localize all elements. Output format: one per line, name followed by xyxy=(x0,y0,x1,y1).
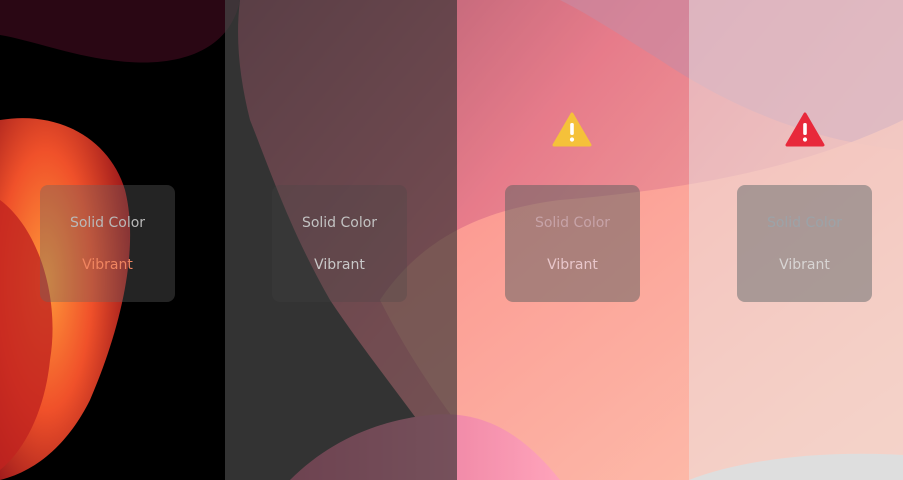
vibrancy-comparison: Solid Color Vibrant Solid Color Vibrant … xyxy=(0,0,903,480)
material-card-extra-light: Solid Color Vibrant xyxy=(737,185,872,302)
column-dark: Solid Color Vibrant xyxy=(0,0,225,480)
warning-icon xyxy=(552,112,592,147)
solid-color-label: Solid Color xyxy=(69,215,146,231)
material-card-light: Solid Color Vibrant xyxy=(505,185,640,302)
vibrant-label: Vibrant xyxy=(314,257,365,273)
material-card-dark: Solid Color Vibrant xyxy=(40,185,175,302)
solid-color-label: Solid Color xyxy=(301,215,378,231)
solid-color-label: Solid Color xyxy=(534,215,611,231)
solid-color-label: Solid Color xyxy=(766,215,843,231)
vibrant-label: Vibrant xyxy=(82,257,133,273)
column-dark-gray: Solid Color Vibrant xyxy=(225,0,457,480)
column-extra-light: Solid Color Vibrant xyxy=(689,0,903,480)
column-light: Solid Color Vibrant xyxy=(457,0,689,480)
error-warning-icon xyxy=(785,112,825,147)
material-card-dark-gray: Solid Color Vibrant xyxy=(272,185,407,302)
vibrant-label: Vibrant xyxy=(779,257,830,273)
vibrant-label: Vibrant xyxy=(547,257,598,273)
